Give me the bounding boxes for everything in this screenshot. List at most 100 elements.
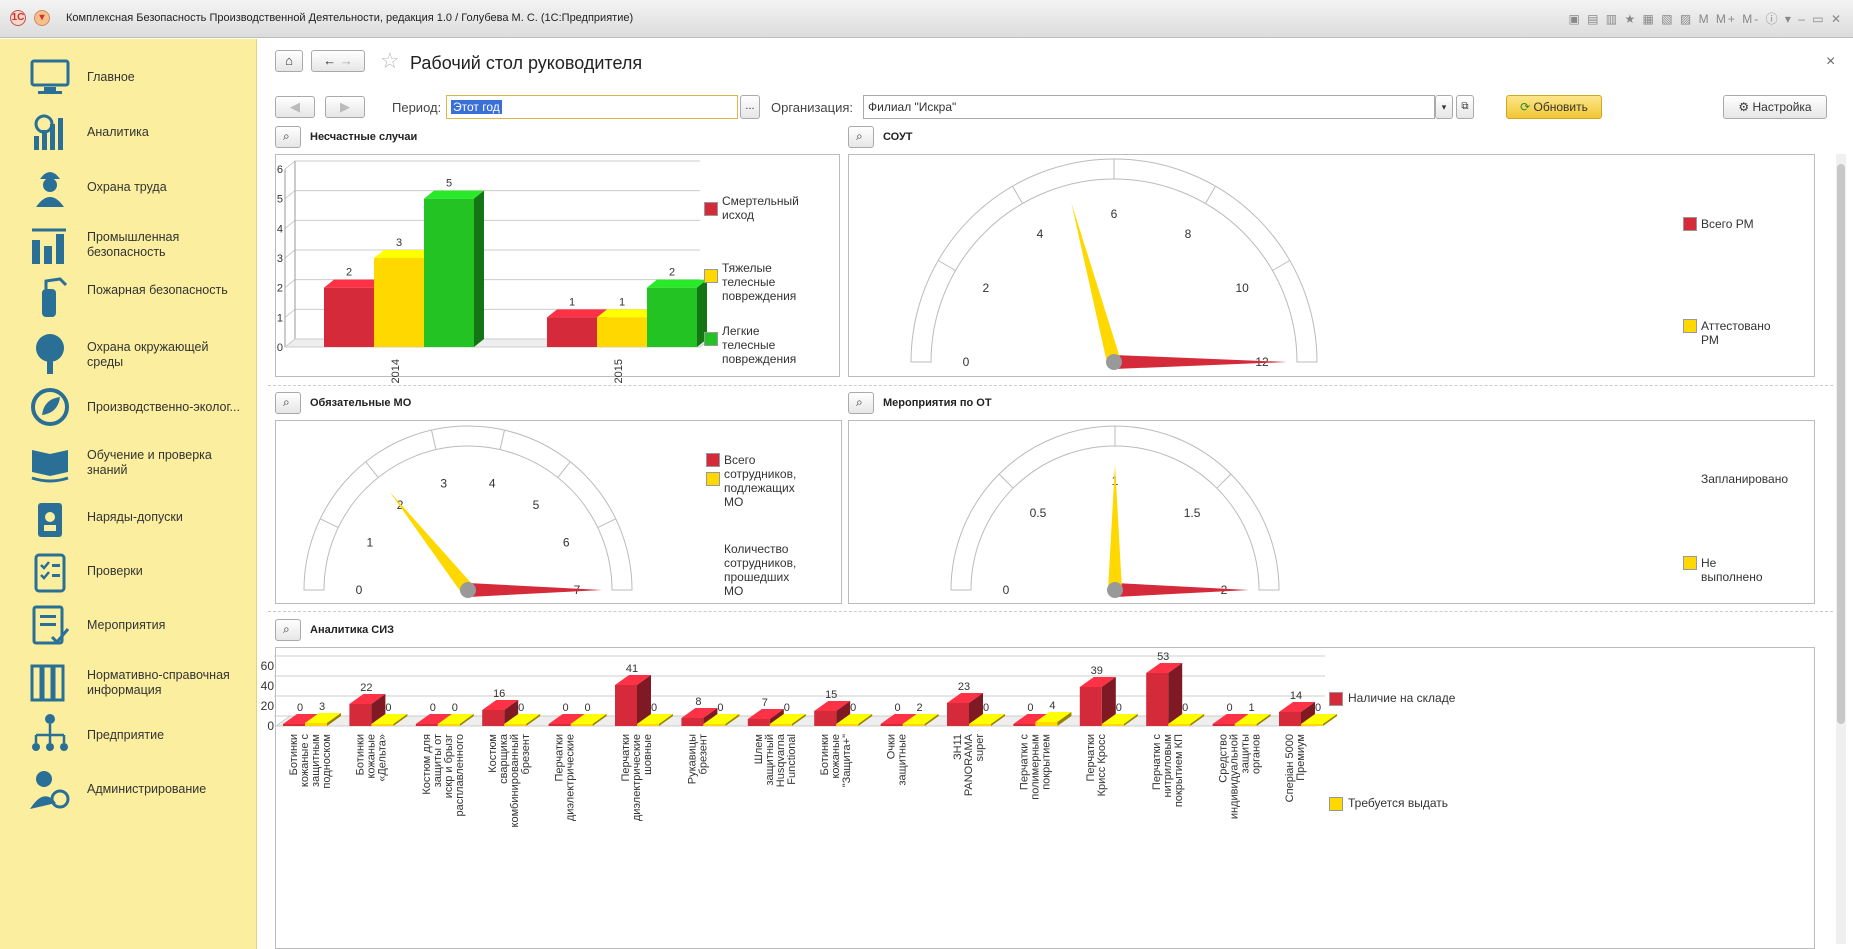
- worker-icon: [26, 163, 74, 211]
- gauge-tick-label: 0: [963, 355, 970, 369]
- gauge-tick-label: 0.5: [1030, 506, 1047, 520]
- data-label: 0: [895, 702, 901, 714]
- x-tick-label: Перчаткидиэлектрическиешовные: [620, 734, 654, 821]
- bar: [1234, 724, 1257, 726]
- sidebar-item[interactable]: Пожарная безопасность: [0, 267, 257, 327]
- legend-label: Количество сотрудников, прошедших МО: [724, 542, 797, 598]
- sidebar-item[interactable]: Наряды-допуски: [0, 487, 257, 547]
- sidebar-item[interactable]: Обучение и проверка знаний: [0, 432, 257, 492]
- org-chart-icon: [26, 711, 74, 759]
- sidebar-item[interactable]: Аналитика: [0, 102, 257, 162]
- legend-swatch: [1683, 556, 1697, 570]
- x-tick-label: ПерчаткиКрисс Кросс: [1085, 734, 1108, 797]
- data-label: 0: [518, 702, 524, 714]
- gauge-tick-label: 2: [982, 281, 989, 295]
- bar: [615, 685, 637, 726]
- sidebar-item[interactable]: Мероприятия: [0, 595, 257, 655]
- sidebar-item[interactable]: Производственно-эколог...: [0, 377, 257, 437]
- sidebar-item-label: Аналитика: [87, 125, 149, 139]
- x-tick-label: Рукавицыбрезент: [686, 734, 709, 784]
- legend-swatch: [704, 269, 718, 283]
- data-label: 0: [717, 702, 723, 714]
- gauge-needle: [1071, 202, 1121, 364]
- sidebar-item[interactable]: Охрана окружающей среды: [0, 324, 257, 384]
- gauge-needle: [389, 491, 474, 595]
- legend-label: Аттестовано РМ: [1701, 319, 1771, 347]
- sidebar-item-label: Охрана труда: [87, 180, 167, 194]
- factory-icon: [26, 220, 74, 268]
- bar: [324, 287, 374, 347]
- sidebar-item[interactable]: Охрана труда: [0, 157, 257, 217]
- x-tick-label-line: покрытием: [1040, 734, 1052, 790]
- gauge-tick-label: 6: [1111, 207, 1118, 221]
- bar: [597, 317, 647, 347]
- y-tick-label: 3: [277, 253, 283, 265]
- document-icon: [26, 601, 74, 649]
- sidebar-item-label: Проверки: [87, 564, 143, 578]
- bar-side: [474, 190, 484, 347]
- data-label: 16: [493, 688, 505, 700]
- legend-label: Тяжелые телесные повреждения: [722, 261, 797, 303]
- bar: [969, 724, 991, 726]
- x-tick-label: 2015: [613, 359, 625, 383]
- bar: [880, 724, 903, 726]
- checklist-icon: [26, 547, 74, 595]
- gauge-tick-label: 0: [1003, 583, 1010, 597]
- data-label: 0: [983, 702, 989, 714]
- sidebar-item-label: Нормативно-справочная информация: [87, 668, 230, 697]
- data-label: 0: [452, 702, 458, 714]
- bar: [1212, 724, 1235, 726]
- x-tick-label-line: органов: [1251, 734, 1263, 774]
- menu-dropdown-icon[interactable]: ▾: [34, 10, 50, 26]
- sidebar-item[interactable]: Предприятие: [0, 705, 257, 765]
- tree-icon: [26, 330, 74, 378]
- window-titlebar: 1C ▾ Комплексная Безопасность Производст…: [0, 0, 1853, 38]
- legend-label: Не выполнено: [1701, 556, 1763, 584]
- gauge-tick-label: 1: [366, 536, 373, 550]
- legend-swatch: [704, 202, 718, 216]
- sidebar-item[interactable]: Проверки: [0, 541, 257, 601]
- sidebar-item-label: Пожарная безопасность: [87, 283, 228, 297]
- gauge-tick-label: 1.5: [1184, 506, 1201, 520]
- y-tick-label: 0: [277, 342, 283, 354]
- sidebar-item[interactable]: Промышленная безопасность: [0, 214, 257, 274]
- gauge-hub: [1107, 582, 1123, 598]
- bar: [482, 710, 505, 726]
- gauge-hub: [460, 582, 476, 598]
- bar-top: [547, 309, 607, 318]
- y-tick-label: 40: [261, 679, 275, 693]
- legend-swatch: [706, 472, 720, 486]
- sidebar-item-label: Администрирование: [87, 782, 207, 796]
- bar: [1301, 724, 1323, 726]
- bar: [1279, 712, 1301, 726]
- admin-icon: [26, 765, 74, 813]
- sidebar-item-label: Наряды-допуски: [87, 510, 183, 524]
- bar: [1101, 724, 1124, 726]
- sidebar-item[interactable]: Нормативно-справочная информация: [0, 652, 257, 712]
- x-tick-label-line: Functional: [786, 734, 798, 785]
- data-label: 0: [651, 702, 657, 714]
- sidebar-item-label: Обучение и проверка знаний: [87, 448, 212, 477]
- sidebar-item-label: Промышленная безопасность: [87, 230, 180, 259]
- sidebar-item-label: Охрана окружающей среды: [87, 340, 209, 369]
- gauge-tick-label: 6: [563, 536, 570, 550]
- data-label: 0: [1027, 702, 1033, 714]
- y-tick-label: 6: [277, 164, 283, 176]
- data-label: 15: [825, 689, 837, 701]
- data-label: 0: [297, 702, 303, 714]
- data-label: 0: [385, 702, 391, 714]
- sidebar-item-label: Производственно-эколог...: [87, 400, 240, 414]
- sidebar-item[interactable]: Главное: [0, 47, 257, 107]
- main-area: ⌂ ← → ☆ Рабочий стол руководителя × ◀ ▶ …: [258, 39, 1853, 949]
- data-label: 1: [619, 296, 625, 308]
- eco-icon: [26, 383, 74, 431]
- window-controls[interactable]: ▣ ▤ ▥ ★ ▦ ▧ ▨ M M+ M- ⓘ ▾ – ▭ ✕: [1568, 10, 1843, 27]
- bar: [769, 724, 792, 726]
- data-label: 3: [319, 701, 325, 713]
- legend-label: Всего сотрудников, подлежащих МО: [724, 453, 797, 509]
- gauge-needle: [1115, 583, 1249, 597]
- bar: [814, 711, 837, 726]
- sidebar-item[interactable]: Администрирование: [0, 759, 257, 819]
- book-icon: [26, 438, 74, 486]
- data-label: 0: [563, 702, 569, 714]
